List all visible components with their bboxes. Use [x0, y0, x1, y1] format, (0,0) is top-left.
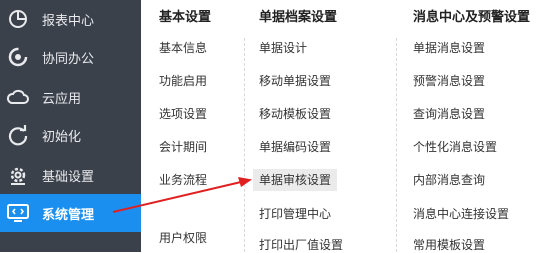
sidebar-item-cloud-apps[interactable]: 云应用	[0, 78, 141, 116]
sidebar-item-collaboration[interactable]: 协同办公	[0, 38, 141, 76]
menu-mobile-document[interactable]: 移动单据设置	[259, 73, 331, 89]
pie-chart-icon	[6, 7, 30, 31]
sidebar-item-init[interactable]: 初始化	[0, 116, 141, 154]
sidebar-item-label: 初始化	[42, 129, 82, 145]
column-title-document-settings: 单据档案设置	[259, 10, 338, 25]
sidebar: 报表中心 协同办公 云应用 初始化 基础设置 系统管理	[0, 0, 141, 252]
monitor-code-icon	[6, 201, 30, 225]
menu-internal-messages[interactable]: 内部消息查询	[413, 172, 485, 188]
menu-common-templates[interactable]: 常用模板设置	[413, 237, 485, 253]
menu-document-messages[interactable]: 单据消息设置	[413, 40, 485, 56]
menu-document-design[interactable]: 单据设计	[259, 40, 307, 56]
menu-document-numbering[interactable]: 单据编码设置	[259, 139, 331, 155]
menu-query-messages[interactable]: 查询消息设置	[413, 106, 485, 122]
menu-alert-messages[interactable]: 预警消息设置	[413, 73, 485, 89]
menu-print-defaults[interactable]: 打印出厂值设置	[259, 237, 343, 253]
menu-document-approval[interactable]: 单据审核设置	[253, 169, 338, 191]
refresh-icon	[6, 123, 30, 147]
sidebar-item-system-management[interactable]: 系统管理	[0, 194, 141, 232]
column-divider	[244, 38, 245, 252]
menu-personal-messages[interactable]: 个性化消息设置	[413, 139, 497, 155]
menu-accounting-period[interactable]: 会计期间	[159, 139, 207, 155]
sidebar-item-label: 协同办公	[42, 51, 95, 67]
column-title-message-center: 消息中心及预警设置	[413, 10, 531, 25]
menu-message-connection[interactable]: 消息中心连接设置	[413, 206, 509, 222]
menu-basic-info[interactable]: 基本信息	[159, 40, 207, 56]
menu-mobile-template[interactable]: 移动模板设置	[259, 106, 331, 122]
menu-print-management[interactable]: 打印管理中心	[259, 206, 331, 222]
collaboration-icon	[6, 45, 30, 69]
column-title-basic-settings: 基本设置	[159, 10, 212, 25]
sidebar-item-label: 云应用	[42, 91, 82, 107]
sidebar-item-label: 系统管理	[42, 207, 95, 223]
menu-feature-enable[interactable]: 功能启用	[159, 73, 207, 89]
sidebar-item-report-center[interactable]: 报表中心	[0, 0, 141, 38]
sidebar-item-label: 基础设置	[42, 169, 95, 185]
sidebar-item-label: 报表中心	[42, 13, 95, 29]
gear-icon	[6, 163, 30, 187]
menu-user-permissions[interactable]: 用户权限	[159, 230, 207, 246]
column-divider	[396, 38, 397, 252]
menu-options[interactable]: 选项设置	[159, 106, 207, 122]
menu-business-process[interactable]: 业务流程	[159, 172, 207, 188]
cloud-icon	[6, 85, 30, 109]
sidebar-item-basic-settings[interactable]: 基础设置	[0, 156, 141, 194]
